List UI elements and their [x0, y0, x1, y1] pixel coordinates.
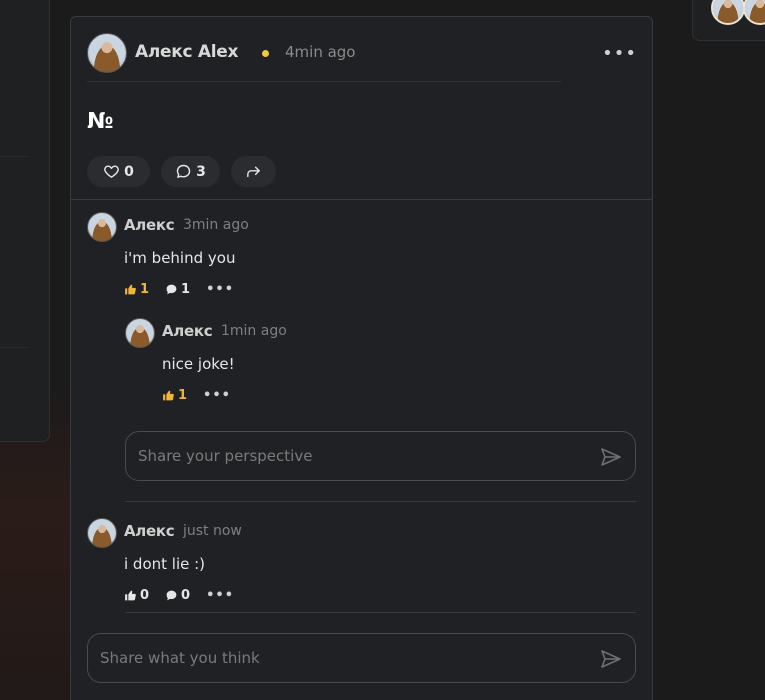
comment-bubble-icon — [166, 590, 177, 600]
comment-input[interactable] — [100, 649, 555, 667]
comment-bubble-icon — [166, 284, 177, 294]
avatar — [743, 0, 765, 25]
comment-actions: 1 1 ••• — [124, 280, 234, 298]
comment-like-button[interactable]: 1 — [124, 282, 149, 297]
send-icon[interactable] — [599, 647, 623, 671]
share-arrow-icon — [247, 166, 260, 178]
comment-reply-button[interactable]: 0 — [165, 588, 190, 603]
heart-icon — [104, 165, 119, 178]
comment-reply-count: 0 — [181, 587, 191, 603]
separator-dot — [262, 50, 269, 57]
like-button[interactable]: 0 — [87, 156, 150, 187]
reply-input-box — [125, 431, 636, 481]
comment-reply-button[interactable]: 1 — [165, 282, 190, 297]
adjacent-card-right — [692, 0, 765, 41]
comment-text: i dont lie :) — [124, 555, 206, 573]
post-header: Алекс Alex 4min ago ••• — [87, 33, 637, 73]
divider — [71, 199, 652, 200]
divider — [125, 612, 636, 613]
post-author[interactable]: Алекс Alex — [135, 42, 238, 62]
comment-count: 3 — [196, 163, 206, 180]
thumbs-up-icon — [125, 590, 136, 600]
comment-text: nice joke! — [162, 355, 235, 373]
comment-bubble-icon — [176, 164, 191, 178]
reply-input[interactable] — [138, 447, 561, 465]
comment-time: just now — [183, 523, 242, 539]
adjacent-card-left — [0, 0, 50, 442]
thumbs-up-icon — [125, 284, 136, 294]
more-options-icon[interactable]: ••• — [206, 282, 234, 297]
comment-actions: 1 ••• — [162, 386, 231, 404]
comment-author[interactable]: Алекс — [124, 216, 175, 234]
comment-item: Алекс 3min ago i'm behind you 1 1 ••• — [87, 212, 637, 302]
comment-text: i'm behind you — [124, 249, 236, 267]
send-icon[interactable] — [599, 445, 623, 469]
commenter-avatar[interactable] — [87, 212, 117, 242]
share-button[interactable] — [231, 156, 276, 187]
thumbs-up-icon — [163, 390, 174, 400]
post-time: 4min ago — [285, 43, 356, 61]
like-count: 0 — [124, 163, 134, 180]
comment-like-button[interactable]: 0 — [124, 588, 149, 603]
author-avatar[interactable] — [87, 33, 127, 73]
post-body: № — [87, 109, 114, 134]
comment-time: 1min ago — [221, 323, 287, 339]
commenter-avatar[interactable] — [87, 518, 117, 548]
more-options-icon[interactable]: ••• — [602, 43, 637, 64]
comment-input-box — [87, 633, 636, 683]
comment-button[interactable]: 3 — [161, 156, 220, 187]
comment-item: Алекс just now i dont lie :) 0 0 ••• — [87, 518, 637, 608]
divider — [125, 501, 636, 502]
more-options-icon[interactable]: ••• — [203, 388, 231, 403]
comment-like-count: 0 — [140, 587, 150, 603]
commenter-avatar[interactable] — [125, 318, 155, 348]
comment-like-count: 1 — [178, 387, 188, 403]
comment-time: 3min ago — [183, 217, 249, 233]
post-card: Алекс Alex 4min ago ••• № 0 3 Алекс 3min… — [70, 16, 653, 700]
comment-actions: 0 0 ••• — [124, 586, 234, 604]
comment-author[interactable]: Алекс — [162, 322, 213, 340]
more-options-icon[interactable]: ••• — [206, 588, 234, 603]
comment-like-button[interactable]: 1 — [162, 388, 187, 403]
reply-item: Алекс 1min ago nice joke! 1 ••• — [125, 318, 635, 408]
comment-like-count: 1 — [140, 281, 150, 297]
comment-reply-count: 1 — [181, 281, 191, 297]
avatar — [711, 0, 745, 25]
divider — [87, 81, 562, 82]
comment-author[interactable]: Алекс — [124, 522, 175, 540]
